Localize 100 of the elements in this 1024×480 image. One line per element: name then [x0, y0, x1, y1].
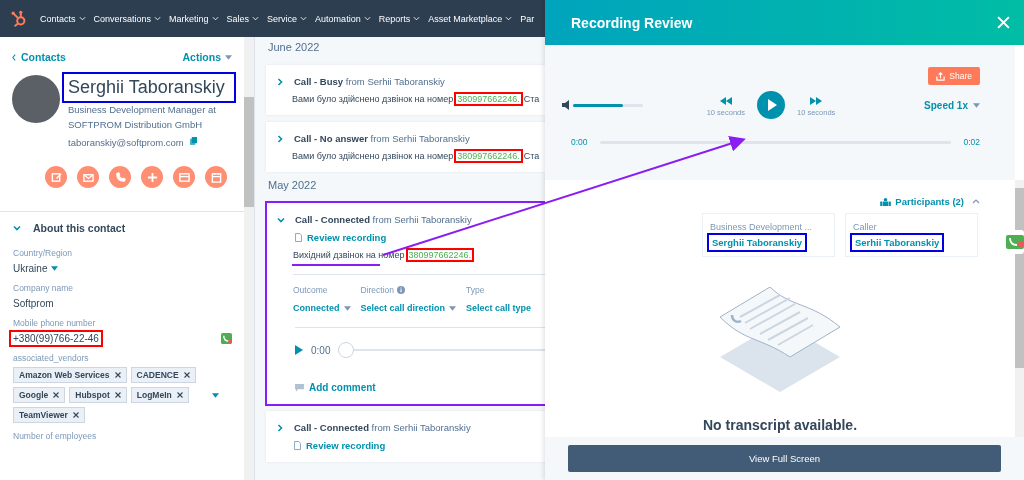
field-label: associated_vendors [13, 353, 90, 363]
volume-icon[interactable] [562, 100, 570, 110]
nav-menu-item[interactable]: Reports [378, 13, 421, 24]
back-to-contacts-link[interactable]: Contacts [12, 51, 66, 63]
play-button[interactable] [757, 91, 785, 119]
property-dropdown[interactable]: Select call direction [360, 303, 457, 313]
play-icon [767, 99, 777, 111]
participant-name[interactable]: Serghii Taboranskiy [710, 236, 805, 249]
property-dropdown[interactable]: Connected [293, 303, 351, 313]
start-time: 0:00 [571, 137, 588, 147]
activity-title: Call - No answer from Serhii Taboranskiy [294, 133, 470, 144]
caret-icon [505, 16, 513, 21]
chevron-icon[interactable] [276, 134, 284, 143]
review-recording-link[interactable]: Review recording [294, 440, 386, 451]
share-icon [936, 71, 946, 81]
add-comment-link[interactable]: Add comment [295, 382, 376, 393]
caret-icon [449, 305, 457, 311]
people-icon [880, 197, 892, 206]
nav-menu-item[interactable]: Asset Marketplace [428, 13, 513, 24]
close-icon[interactable] [997, 16, 1010, 29]
caret-icon [343, 305, 351, 311]
participant-role: Caller [853, 222, 878, 232]
caret-icon [211, 16, 219, 21]
chevron-icon[interactable] [277, 215, 285, 224]
remove-icon[interactable] [114, 372, 121, 378]
plus-icon[interactable] [141, 166, 163, 188]
nav-menu-item[interactable]: Conversations [93, 13, 162, 24]
participant-name[interactable]: Serhii Taboranskiy [853, 236, 942, 249]
country-dropdown[interactable]: Ukraine [11, 262, 61, 275]
modal-title: Recording Review [571, 14, 693, 31]
rewind-icon [719, 97, 732, 105]
nav-menu-item[interactable]: Marketing [169, 13, 219, 24]
call-note: Вами було здійснено дзвінок на номер 380997662246. Ста [292, 94, 541, 104]
caret-icon [51, 266, 59, 271]
note-icon[interactable] [45, 166, 67, 188]
view-full-screen-button[interactable]: View Full Screen [568, 445, 1001, 472]
remove-icon[interactable] [183, 372, 190, 378]
participants-toggle[interactable]: Participants (2) [880, 196, 980, 207]
share-button[interactable]: Share [928, 67, 980, 85]
chevron-icon[interactable] [276, 423, 284, 432]
nav-menu-item[interactable]: Service [267, 13, 308, 24]
sprocket-logo-icon[interactable] [10, 9, 28, 28]
participant-role: Business Development ... [710, 222, 814, 232]
activity-title: Call - Connected from Serhii Taboranskiy [294, 422, 471, 433]
month-heading: May 2022 [268, 179, 318, 191]
property-dropdown[interactable]: Select call type [466, 303, 532, 313]
remove-icon[interactable] [53, 392, 60, 398]
field-label: Company name [13, 283, 74, 293]
caret-icon [413, 16, 421, 21]
play-icon[interactable] [295, 345, 303, 355]
scrollbar[interactable] [244, 37, 254, 480]
actions-dropdown[interactable]: Actions [182, 51, 232, 63]
caret-icon [252, 16, 260, 21]
scrollbar[interactable] [1015, 180, 1024, 437]
nav-menu-item[interactable]: Par [520, 13, 535, 24]
call-icon[interactable] [221, 333, 232, 344]
end-time: 0:02 [963, 137, 980, 147]
chevron-left-icon [12, 53, 16, 61]
contact-name: Serghii Taboranskiy [65, 75, 233, 100]
empty-state-message: No transcript available. [702, 417, 858, 433]
vendor-tag: Google [13, 387, 66, 403]
caret-icon [300, 16, 308, 21]
speed-dropdown[interactable]: Speed 1x [835, 99, 980, 111]
document-icon [294, 441, 301, 450]
field-label: Mobile phone number [13, 318, 97, 328]
about-section-toggle[interactable]: About this contact [13, 222, 126, 234]
document-icon [295, 233, 302, 242]
caret-icon [212, 392, 219, 398]
avatar-placeholder [12, 75, 60, 123]
nav-menu-item[interactable]: Sales [226, 13, 260, 24]
email-icon[interactable] [77, 166, 99, 188]
call-note: Вихідний дзвінок на номер 380997662246. [293, 250, 474, 260]
screen-icon[interactable] [173, 166, 195, 188]
chevron-up-icon [972, 199, 980, 204]
remove-icon[interactable] [114, 392, 121, 398]
vendor-tag: TeamViewer [13, 407, 85, 423]
remove-icon[interactable] [72, 412, 79, 418]
field-label: Number of employees [13, 431, 98, 441]
caret-icon [225, 54, 232, 60]
info-icon[interactable] [397, 286, 406, 294]
vendor-tag: LogMeIn [130, 387, 189, 403]
chevron-icon[interactable] [13, 224, 21, 232]
nav-menu-item[interactable]: Contacts [40, 13, 86, 24]
property-label: Type [466, 285, 486, 295]
phone-icon[interactable] [109, 166, 131, 188]
vendor-tag: Amazon Web Services [13, 367, 127, 383]
volume-slider[interactable] [573, 103, 643, 107]
playback-time: 0:00 [311, 344, 331, 356]
nav-menu-item[interactable]: Automation [315, 13, 371, 24]
call-note: Вами було здійснено дзвінок на номер 380997662246. Ста [292, 151, 541, 161]
vendor-tag: CADENCE [130, 367, 196, 383]
calendar-icon[interactable] [205, 166, 227, 188]
remove-icon[interactable] [176, 392, 183, 398]
field-value: Softprom [12, 297, 55, 310]
contact-email: taboranskiy@softprom.com [68, 137, 184, 148]
review-recording-link[interactable]: Review recording [295, 232, 387, 243]
activity-title: Call - Busy from Serhii Taboranskiy [294, 76, 445, 87]
chevron-icon[interactable] [276, 77, 284, 86]
property-label: Direction [360, 285, 457, 295]
copy-icon[interactable] [189, 137, 197, 145]
